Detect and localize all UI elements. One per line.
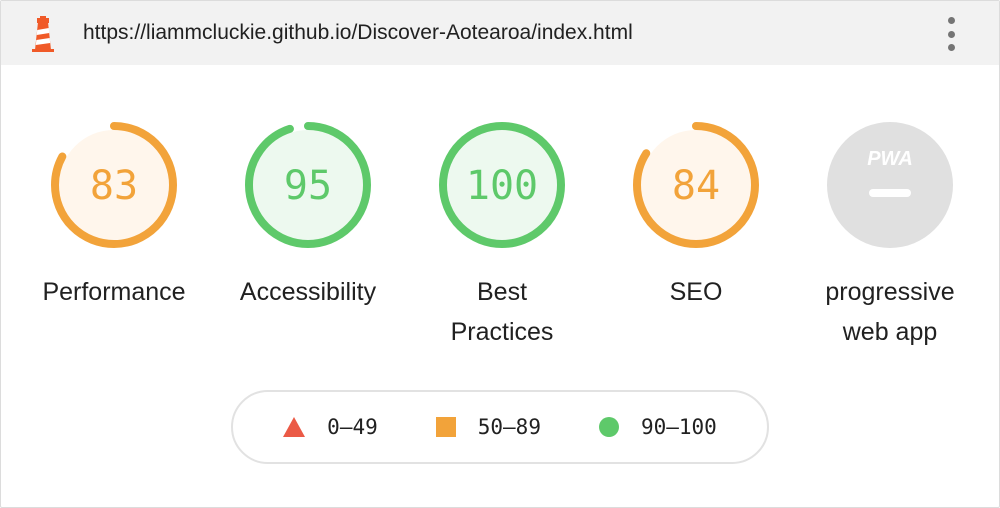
legend-item-fail: 0–49 (283, 415, 378, 439)
gauge-ring: 100 (439, 122, 565, 248)
legend-item-pass: 90–100 (598, 415, 717, 439)
gauge-seo[interactable]: 84 SEO (596, 120, 796, 312)
gauge-ring: 84 (633, 122, 759, 248)
gauge-label: Best Practices (402, 272, 602, 352)
lighthouse-icon (32, 16, 54, 52)
legend-range: 0–49 (327, 415, 378, 439)
pwa-badge-icon: PWA (827, 122, 953, 248)
pwa-badge-text: PWA (867, 148, 913, 170)
gauge-label: Accessibility (239, 278, 377, 306)
gauge-label-line: progressive (825, 278, 955, 306)
gauge-label-line: Practices (450, 318, 554, 346)
gauge-label: Performance (42, 278, 186, 306)
more-vertical-icon[interactable] (941, 17, 961, 51)
square-icon (435, 417, 456, 437)
report-topbar: https://liammcluckie.github.io/Discover-… (1, 1, 999, 65)
gauge-accessibility[interactable]: 95 Accessibility (208, 120, 408, 312)
gauge-score: 84 (672, 163, 720, 209)
menu-dot (947, 44, 955, 51)
menu-dot (947, 17, 955, 24)
report-url[interactable]: https://liammcluckie.github.io/Discover-… (83, 21, 633, 45)
gauge-best-practices[interactable]: 100 Best Practices (402, 120, 602, 352)
legend-item-average: 50–89 (435, 415, 541, 439)
gauge-label-line: web app (842, 318, 938, 346)
gauge-score: 83 (90, 163, 138, 209)
legend-range: 90–100 (640, 415, 717, 439)
triangle-icon (283, 417, 306, 437)
gauge-ring: 95 (245, 122, 371, 248)
menu-dot (947, 30, 955, 38)
gauge-label: progressive web app (790, 272, 990, 352)
gauge-ring: 83 (51, 122, 177, 248)
gauge-label-line: Best (476, 278, 528, 306)
gauge-label: SEO (669, 278, 723, 306)
legend-range: 50–89 (477, 415, 541, 439)
gauge-score: 100 (466, 163, 538, 209)
gauge-score: 95 (284, 163, 332, 209)
score-legend: 0–49 50–89 90–100 (231, 390, 769, 464)
gauge-performance[interactable]: 83 Performance (14, 120, 214, 312)
circle-icon (598, 417, 619, 437)
gauge-pwa[interactable]: PWA progressive web app (790, 120, 990, 352)
